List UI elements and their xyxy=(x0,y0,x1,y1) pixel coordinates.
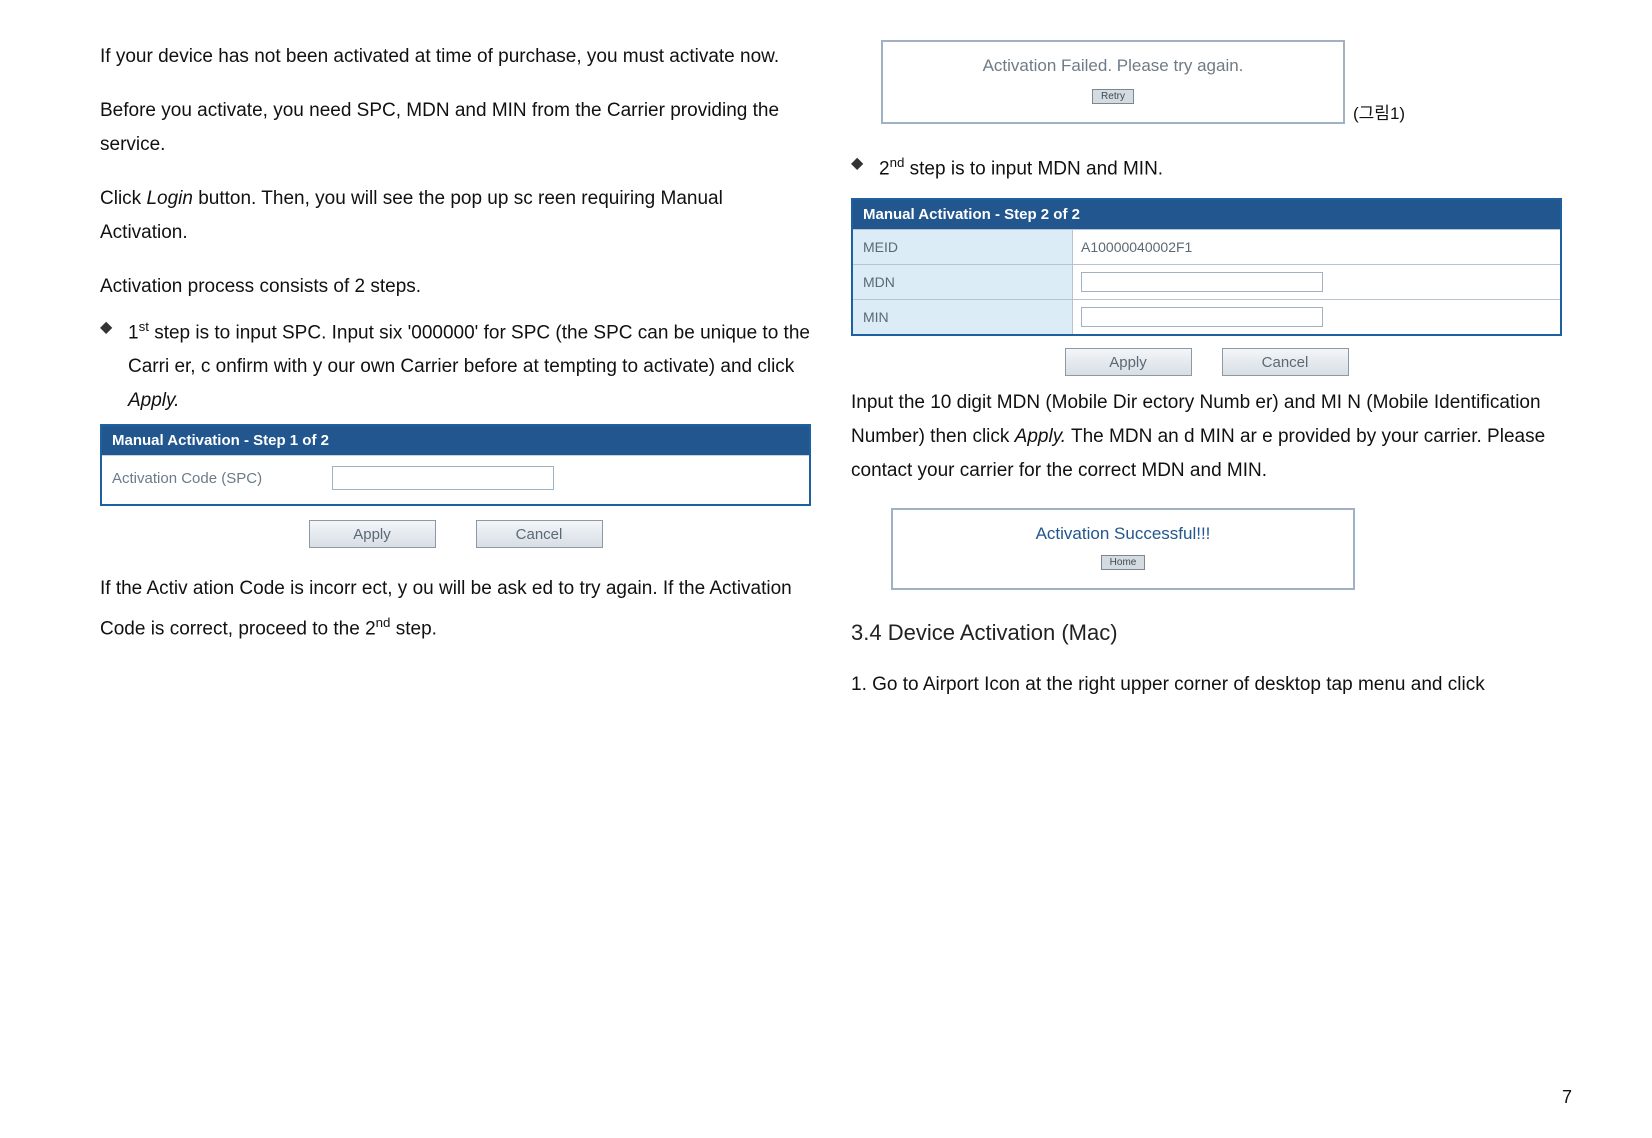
p6-em: Apply. xyxy=(1015,426,1066,447)
para-incorrect: If the Activ ation Code is incorr ect, y… xyxy=(100,572,811,646)
step1-sup: st xyxy=(139,319,149,334)
panel-step1: Manual Activation - Step 1 of 2 Activati… xyxy=(100,424,811,506)
spc-input[interactable] xyxy=(332,466,554,490)
para-mdn-min: Input the 10 digit MDN (Mobile Dir ector… xyxy=(851,386,1562,488)
step1-apply-em: Apply. xyxy=(128,390,179,411)
activation-failed-dialog: Activation Failed. Please try again. Ret… xyxy=(881,40,1345,124)
activation-success-dialog: Activation Successful!!! Home xyxy=(891,508,1355,590)
para-mac-1: 1. Go to Airport Icon at the right upper… xyxy=(851,668,1562,702)
step1-body: step is to input SPC. Input six '000000'… xyxy=(128,322,810,377)
home-button[interactable]: Home xyxy=(1101,555,1146,570)
mdn-label: MDN xyxy=(853,265,1073,299)
step2-num: 2 xyxy=(879,158,890,179)
retry-button[interactable]: Retry xyxy=(1092,89,1134,104)
step1-num: 1 xyxy=(128,322,139,343)
p5-sup: nd xyxy=(376,615,391,630)
step2-body: step is to input MDN and MIN. xyxy=(904,158,1163,179)
para-login: Click Login button. Then, you will see t… xyxy=(100,182,811,250)
meid-value: A10000040002F1 xyxy=(1073,239,1560,255)
spc-label: Activation Code (SPC) xyxy=(112,470,332,487)
p5-a: If the Activ ation Code is incorr ect, y… xyxy=(100,578,792,639)
panel-step1-header: Manual Activation - Step 1 of 2 xyxy=(102,426,809,455)
txt-plain: Click xyxy=(100,188,146,209)
cancel-button[interactable]: Cancel xyxy=(476,520,603,548)
figure-caption-1: (그림1) xyxy=(1353,99,1405,124)
fail-msg: Activation Failed. Please try again. xyxy=(893,56,1333,76)
min-input[interactable] xyxy=(1081,307,1323,327)
para-prereq: Before you activate, you need SPC, MDN a… xyxy=(100,94,811,162)
bullet-step2: ◆ 2nd step is to input MDN and MIN. xyxy=(851,146,1562,186)
para-intro: If your device has not been activated at… xyxy=(100,40,811,74)
p5-b: step. xyxy=(390,619,436,640)
txt-login-em: Login xyxy=(146,188,193,209)
mdn-input[interactable] xyxy=(1081,272,1323,292)
panel-step2: Manual Activation - Step 2 of 2 MEID A10… xyxy=(851,198,1562,336)
bullet-icon: ◆ xyxy=(851,146,879,173)
bullet-icon: ◆ xyxy=(100,310,128,337)
apply-button-step2[interactable]: Apply xyxy=(1065,348,1192,376)
min-label: MIN xyxy=(853,300,1073,334)
para-steps: Activation process consists of 2 steps. xyxy=(100,270,811,304)
cancel-button-step2[interactable]: Cancel xyxy=(1222,348,1349,376)
panel-step2-header: Manual Activation - Step 2 of 2 xyxy=(853,200,1560,229)
succ-msg: Activation Successful!!! xyxy=(903,524,1343,544)
txt-plain2: button. Then, you will see the pop up sc… xyxy=(100,188,723,243)
heading-3-4: 3.4 Device Activation (Mac) xyxy=(851,620,1562,646)
apply-button[interactable]: Apply xyxy=(309,520,436,548)
meid-label: MEID xyxy=(853,230,1073,264)
step2-sup: nd xyxy=(890,155,905,170)
page-number: 7 xyxy=(1562,1087,1572,1108)
bullet-step1: ◆ 1st step is to input SPC. Input six '0… xyxy=(100,310,811,418)
